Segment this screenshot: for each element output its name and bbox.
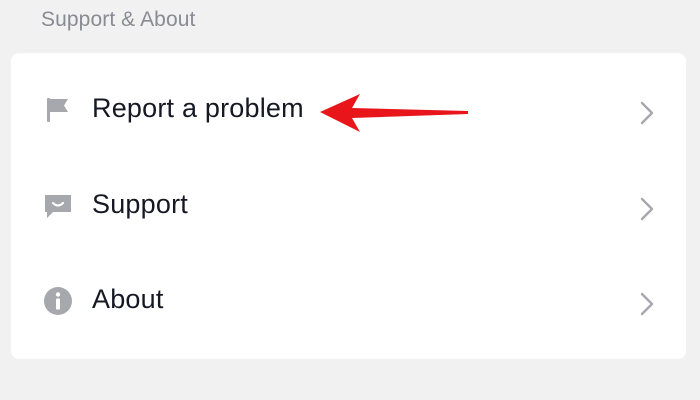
chevron-right-icon — [637, 99, 659, 127]
info-icon — [42, 285, 74, 317]
support-item[interactable]: Support — [11, 159, 686, 253]
report-problem-item[interactable]: Report a problem — [11, 63, 686, 157]
chevron-right-icon — [637, 290, 659, 318]
section-header: Support & About — [41, 8, 196, 31]
settings-screen: Support & About Report a problem Support… — [0, 0, 700, 400]
report-problem-label: Report a problem — [92, 93, 304, 123]
chat-bubble-icon — [42, 190, 74, 222]
chevron-right-icon — [637, 195, 659, 223]
support-about-card: Report a problem Support About — [11, 53, 686, 359]
flag-icon — [42, 94, 74, 126]
support-label: Support — [92, 189, 188, 219]
about-item[interactable]: About — [11, 254, 686, 348]
about-label: About — [92, 284, 164, 314]
